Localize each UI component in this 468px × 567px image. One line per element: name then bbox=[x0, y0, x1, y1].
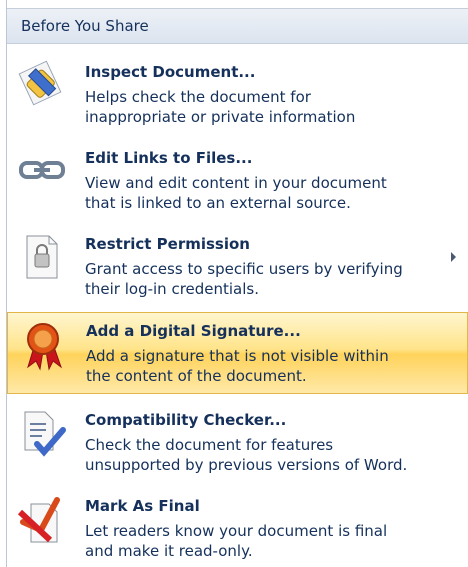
description-line-1: Helps check the document for bbox=[85, 88, 311, 106]
description-line-1: Check the document for features bbox=[85, 436, 334, 454]
menu-item-title: Compatibility Checker... bbox=[85, 411, 287, 429]
description-line-2: and make it read-only. bbox=[85, 542, 253, 560]
description-line-1: Let readers know your document is final bbox=[85, 522, 388, 540]
menu-item-description: Let readers know your document is final … bbox=[85, 521, 455, 561]
menu-item-restrict-permission[interactable]: Restrict Permission Grant access to spec… bbox=[7, 226, 468, 304]
menu-item-title: Restrict Permission bbox=[85, 235, 250, 253]
menu-item-compatibility-checker[interactable]: Compatibility Checker... Check the docum… bbox=[7, 402, 468, 480]
menu-item-title: Mark As Final bbox=[85, 497, 200, 515]
chain-link-icon bbox=[15, 144, 69, 198]
document-check-icon bbox=[15, 406, 69, 460]
description-line-1: Grant access to specific users by verify… bbox=[85, 260, 403, 278]
menu-item-description: View and edit content in your document t… bbox=[85, 173, 455, 213]
mark-final-icon bbox=[15, 492, 69, 546]
menu-item-mark-as-final[interactable]: Mark As Final Let readers know your docu… bbox=[7, 488, 468, 567]
signature-ribbon-icon bbox=[16, 317, 70, 371]
menu-item-add-digital-signature[interactable]: Add a Digital Signature... Add a signatu… bbox=[7, 312, 468, 394]
description-line-1: View and edit content in your document bbox=[85, 174, 387, 192]
description-line-2: their log-in credentials. bbox=[85, 280, 260, 298]
submenu-arrow-icon bbox=[451, 252, 456, 262]
description-line-1: Add a signature that is not visible with… bbox=[86, 347, 389, 365]
menu-item-inspect-document[interactable]: Inspect Document... Helps check the docu… bbox=[7, 54, 468, 132]
menu-item-title: Add a Digital Signature... bbox=[86, 322, 301, 340]
description-line-2: inappropriate or private information bbox=[85, 108, 356, 126]
menu-item-title: Edit Links to Files... bbox=[85, 149, 253, 167]
menu-item-description: Add a signature that is not visible with… bbox=[86, 346, 456, 386]
description-line-2: the content of the document. bbox=[86, 367, 307, 385]
menu-header: Before You Share bbox=[7, 8, 468, 44]
menu-item-title: Inspect Document... bbox=[85, 63, 256, 81]
description-line-2: unsupported by previous versions of Word… bbox=[85, 456, 408, 474]
menu-item-description: Helps check the document for inappropria… bbox=[85, 87, 455, 127]
menu-item-description: Grant access to specific users by verify… bbox=[85, 259, 455, 299]
before-you-share-menu: Before You Share Inspect Document... Hel… bbox=[0, 0, 468, 567]
inspect-eraser-icon bbox=[15, 58, 69, 112]
description-line-2: that is linked to an external source. bbox=[85, 194, 351, 212]
menu-header-title: Before You Share bbox=[21, 17, 149, 35]
menu-item-edit-links[interactable]: Edit Links to Files... View and edit con… bbox=[7, 140, 468, 218]
document-lock-icon bbox=[15, 230, 69, 284]
menu-item-description: Check the document for features unsuppor… bbox=[85, 435, 455, 475]
